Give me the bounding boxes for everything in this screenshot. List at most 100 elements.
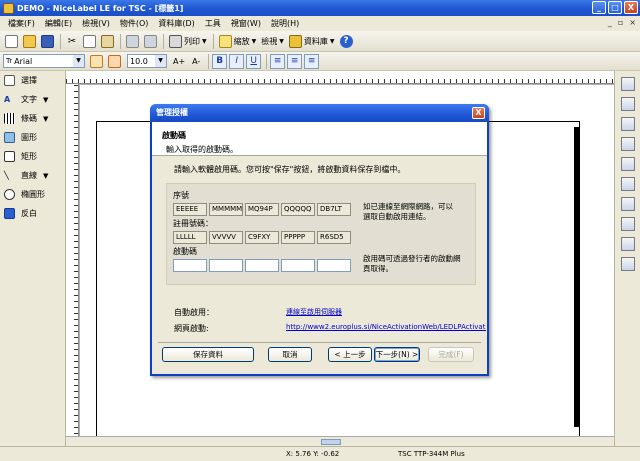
maximize-button[interactable]: □ bbox=[608, 1, 622, 14]
activation-field-4[interactable] bbox=[281, 259, 315, 272]
align-right-edge-icon[interactable] bbox=[620, 177, 635, 191]
tool-label: 圖形 bbox=[21, 133, 37, 142]
menu-object[interactable]: 物件(O) bbox=[115, 18, 154, 29]
save-data-button[interactable]: 保存資料 bbox=[162, 347, 254, 362]
activation-field-3[interactable] bbox=[245, 259, 279, 272]
help-button[interactable]: ? bbox=[338, 33, 355, 50]
font-dialog-button[interactable] bbox=[88, 53, 105, 70]
doc-minimize-icon[interactable]: _ bbox=[608, 18, 612, 27]
align-top-icon[interactable] bbox=[620, 77, 635, 91]
menu-view[interactable]: 檢視(V) bbox=[77, 18, 115, 29]
chevron-down-icon[interactable]: ▼ bbox=[43, 172, 48, 180]
line-icon: ╲ bbox=[4, 171, 9, 180]
menu-help[interactable]: 說明(H) bbox=[266, 18, 304, 29]
align-bottom-icon[interactable] bbox=[620, 117, 635, 131]
print-button[interactable]: 列印 ▼ bbox=[167, 33, 209, 50]
font-size-select[interactable]: 10.0 ▼ bbox=[127, 54, 167, 68]
window-title: DEMO - NiceLabel LE for TSC - [標籤1] bbox=[17, 3, 184, 13]
chevron-down-icon[interactable]: ▼ bbox=[279, 38, 284, 45]
menu-tools[interactable]: 工具 bbox=[200, 18, 226, 29]
cut-button[interactable]: ✂ bbox=[64, 33, 80, 50]
chevron-down-icon[interactable]: ▼ bbox=[155, 55, 166, 67]
align-left-button[interactable]: ≡ bbox=[270, 53, 286, 69]
menu-database[interactable]: 資料庫(D) bbox=[153, 18, 199, 29]
chevron-down-icon[interactable]: ▼ bbox=[252, 38, 257, 45]
next-button[interactable]: 下一步(N) > bbox=[374, 347, 420, 362]
redo-button[interactable] bbox=[142, 33, 159, 50]
tool-text[interactable]: A 文字 ▼ bbox=[0, 90, 65, 109]
align-middle-icon[interactable] bbox=[620, 97, 635, 111]
align-center-button[interactable]: ≡ bbox=[287, 53, 303, 69]
undo-button[interactable] bbox=[124, 33, 141, 50]
align-center-edge-icon[interactable] bbox=[620, 157, 635, 171]
new-button[interactable] bbox=[3, 33, 20, 50]
horizontal-ruler bbox=[66, 71, 614, 84]
distribute-horizontal-icon[interactable] bbox=[620, 197, 635, 211]
zoom-button[interactable]: 縮放 ▼ bbox=[217, 33, 259, 50]
font-color-button[interactable] bbox=[106, 53, 123, 70]
tool-rectangle[interactable]: 矩形 bbox=[0, 147, 65, 166]
tool-label: 選擇 bbox=[21, 76, 37, 85]
header-title: 啟動碼 bbox=[162, 131, 186, 140]
finish-button[interactable]: 完成(F) bbox=[428, 347, 474, 362]
italic-button[interactable]: I bbox=[229, 53, 245, 69]
open-button[interactable] bbox=[21, 33, 38, 50]
align-right-icon: ≡ bbox=[307, 56, 316, 66]
save-button[interactable] bbox=[39, 33, 56, 50]
bold-button[interactable]: B bbox=[212, 53, 228, 69]
distribute-vertical-icon[interactable] bbox=[620, 217, 635, 231]
activation-label: 啟動碼 bbox=[173, 247, 197, 256]
align-right-button[interactable]: ≡ bbox=[304, 53, 320, 69]
horizontal-scrollbar[interactable] bbox=[66, 436, 614, 446]
tool-label: 文字 bbox=[21, 95, 37, 104]
view-button[interactable]: 檢視 ▼ bbox=[259, 33, 286, 50]
vertical-ruler bbox=[66, 84, 79, 446]
tool-label: 反白 bbox=[21, 209, 37, 218]
scroll-thumb[interactable] bbox=[321, 439, 341, 445]
web-activation-label: 網頁啟動: bbox=[174, 324, 209, 333]
chevron-down-icon[interactable]: ▼ bbox=[330, 38, 335, 45]
back-button[interactable]: < 上一步 bbox=[328, 347, 372, 362]
activation-field-2[interactable] bbox=[209, 259, 243, 272]
menu-window[interactable]: 視窗(W) bbox=[226, 18, 266, 29]
activation-field-5[interactable] bbox=[317, 259, 351, 272]
chevron-down-icon[interactable]: ▼ bbox=[43, 115, 48, 123]
paste-button[interactable] bbox=[99, 33, 116, 50]
menu-file[interactable]: 檔案(F) bbox=[3, 18, 40, 29]
scissors-icon: ✂ bbox=[67, 35, 77, 47]
cancel-button[interactable]: 取消 bbox=[268, 347, 312, 362]
dealer-note: 啟用碼可透過發行者的啟動網 頁取得。 bbox=[363, 254, 461, 273]
close-button[interactable]: X bbox=[624, 1, 638, 14]
auto-activation-link[interactable]: 連線至啟用伺服器 bbox=[286, 307, 342, 317]
copy-button[interactable] bbox=[81, 33, 98, 50]
tool-inverse[interactable]: 反白 bbox=[0, 204, 65, 223]
font-color-icon bbox=[108, 54, 121, 68]
web-activation-link[interactable]: http://www2.europlus.si/NiceActivationWe… bbox=[286, 323, 486, 331]
dialog-close-button[interactable]: X bbox=[472, 107, 485, 119]
align-left-edge-icon[interactable] bbox=[620, 137, 635, 151]
serial-part-3: MQ94P bbox=[245, 203, 279, 216]
activation-field-1[interactable] bbox=[173, 259, 207, 272]
database-button[interactable]: 資料庫 ▼ bbox=[287, 33, 337, 50]
tool-barcode[interactable]: 條碼 ▼ bbox=[0, 109, 65, 128]
bring-front-icon[interactable] bbox=[620, 237, 635, 251]
chevron-down-icon[interactable]: ▼ bbox=[43, 96, 48, 104]
shrink-font-button[interactable]: A- bbox=[188, 53, 204, 70]
chevron-down-icon[interactable]: ▼ bbox=[73, 55, 84, 67]
grow-font-button[interactable]: A+ bbox=[171, 53, 187, 70]
tool-select[interactable]: 選擇 bbox=[0, 71, 65, 90]
doc-close-icon[interactable]: × bbox=[629, 18, 636, 27]
chevron-down-icon[interactable]: ▼ bbox=[202, 38, 207, 45]
doc-restore-icon[interactable]: ▫ bbox=[618, 18, 623, 27]
minimize-button[interactable]: _ bbox=[592, 1, 606, 14]
font-name-select[interactable]: Tr Arial ▼ bbox=[3, 54, 85, 68]
send-back-icon[interactable] bbox=[620, 257, 635, 271]
magic-wand-icon bbox=[218, 34, 232, 48]
tool-graphic[interactable]: 圖形 bbox=[0, 128, 65, 147]
menu-edit[interactable]: 編輯(E) bbox=[40, 18, 77, 29]
tool-line[interactable]: ╲ 直線 ▼ bbox=[0, 166, 65, 185]
license-dialog: 管理授權 X 啟動碼 輸入取得的啟動碼。 請輸入軟體啟用碼。您可按"保存"按鈕，… bbox=[150, 104, 489, 376]
underline-button[interactable]: U bbox=[246, 53, 262, 69]
tool-ellipse[interactable]: 橢圓形 bbox=[0, 185, 65, 204]
folder-icon bbox=[23, 34, 36, 48]
